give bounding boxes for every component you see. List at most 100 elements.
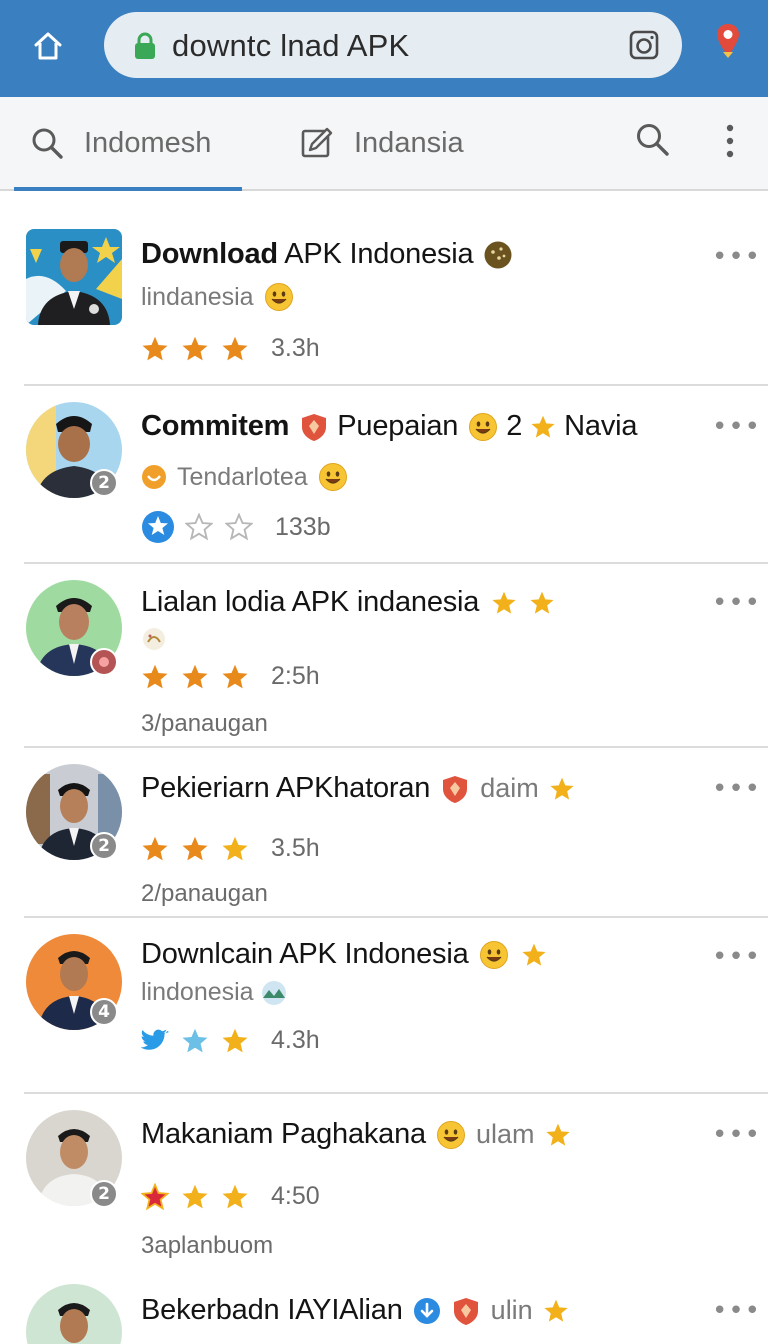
title-tail: Puepaian <box>337 410 459 442</box>
subtitle-text: lindanesia <box>141 282 254 311</box>
star-icon <box>529 590 555 616</box>
decorative-badge-icon <box>143 628 165 650</box>
star-icon <box>221 1183 249 1211</box>
count-badge: 2 <box>90 1180 118 1208</box>
edit-icon <box>301 127 333 158</box>
more-options-button[interactable]: ••• <box>712 412 761 442</box>
tab-label: Indansia <box>354 126 464 159</box>
count-badge: 4 <box>90 998 118 1026</box>
home-button[interactable] <box>26 26 70 66</box>
title-gray: ulam <box>475 1119 535 1149</box>
shield-badge-icon <box>451 1296 481 1326</box>
shield-badge-icon <box>440 774 470 804</box>
tab-label: Indomesh <box>84 126 212 159</box>
rating-value: 3.5h <box>271 834 320 862</box>
tab-bar: Indomesh Indansia <box>0 97 768 191</box>
url-bar[interactable]: downtc lnad APK <box>104 12 682 78</box>
item-title[interactable]: Lialan lodia APK indanesia <box>141 586 555 619</box>
bird-icon <box>141 1029 169 1050</box>
rating-value: 3.3h <box>271 334 320 362</box>
item-title[interactable]: Download APK Indonesia <box>141 238 513 271</box>
list-item[interactable]: Bekerbadn IAYIAlian ulin ••• <box>0 1274 768 1344</box>
rating-row: 3.3h <box>141 334 320 363</box>
lock-icon <box>135 32 155 59</box>
sparkle-star-icon <box>549 776 575 802</box>
rating-row: 4:50 <box>141 1182 320 1211</box>
list-item[interactable]: 2 Pekieriarn APKhatoran daim 3.5h 2/pana… <box>0 748 768 918</box>
item-meta: 3/panaugan <box>141 710 268 737</box>
more-options-button[interactable]: ••• <box>712 774 761 804</box>
smile-emoji-icon <box>436 1120 466 1150</box>
rating-row: 4.3h <box>141 1026 320 1055</box>
star-icon <box>221 335 249 363</box>
more-options-button[interactable]: ••• <box>712 588 761 618</box>
tab-indansia[interactable]: Indansia <box>300 97 520 189</box>
title-gray: daim <box>480 773 539 803</box>
tab-indomesh[interactable]: Indomesh <box>0 97 242 191</box>
star-icon <box>181 1027 209 1055</box>
url-text: downtc lnad APK <box>172 28 410 63</box>
flower-icon <box>99 657 109 667</box>
subtitle-text: Tendarlotea <box>177 462 308 491</box>
item-subtitle: lindonesia <box>141 978 288 1007</box>
star-empty-icon <box>225 513 253 541</box>
star-icon <box>141 1183 169 1211</box>
list-item[interactable]: 4 Downlcain APK Indonesia lindonesia 4.3… <box>0 918 768 1094</box>
more-options-button[interactable]: ••• <box>712 942 761 972</box>
list-item[interactable]: 2 Makaniam Paghakana ulam 4:50 3aplanbuo… <box>0 1094 768 1274</box>
item-title[interactable]: Bekerbadn IAYIAlian ulin <box>141 1294 569 1327</box>
more-options-button[interactable]: ••• <box>712 1296 761 1326</box>
star-icon <box>521 942 547 968</box>
item-subtitle <box>141 626 167 652</box>
title-tail-2: Navia <box>564 410 638 442</box>
cookie-icon <box>484 241 512 268</box>
star-empty-icon <box>185 513 213 541</box>
list-item[interactable]: 2 Commitem Puepaian 2 Navia Tendarlotea … <box>0 386 768 564</box>
search-icon <box>32 128 63 159</box>
more-options-button[interactable]: ••• <box>712 1120 761 1150</box>
item-meta: 2/panaugan <box>141 880 268 907</box>
sparkle-star-icon <box>545 1122 571 1148</box>
landscape-icon <box>261 980 286 1005</box>
title-number: 2 <box>506 410 523 442</box>
title-text: Download APK Indonesia <box>141 238 474 270</box>
star-icon <box>530 414 556 440</box>
status-badge <box>90 648 118 676</box>
star-icon <box>491 590 517 616</box>
star-icon <box>181 835 209 863</box>
search-icon[interactable] <box>634 121 670 157</box>
title-text: Commitem <box>141 410 290 442</box>
item-title[interactable]: Downlcain APK Indonesia <box>141 938 547 971</box>
overflow-menu-icon[interactable] <box>724 123 736 159</box>
count-badge: 2 <box>90 469 118 497</box>
title-text: Downlcain APK Indonesia <box>141 938 469 970</box>
star-icon <box>221 1027 249 1055</box>
count-badge: 2 <box>90 832 118 860</box>
more-options-button[interactable]: ••• <box>712 242 761 272</box>
item-title[interactable]: Pekieriarn APKhatoran daim <box>141 772 575 805</box>
list-item[interactable]: Lialan lodia APK indanesia 2:5h 3/panaug… <box>0 564 768 748</box>
item-subtitle: lindanesia <box>141 282 294 312</box>
home-icon <box>34 32 62 60</box>
item-title[interactable]: Commitem Puepaian 2 Navia <box>141 410 638 443</box>
orange-emoji-icon <box>142 465 166 489</box>
rating-row: 2:5h <box>141 662 320 691</box>
item-meta: 3aplanbuom <box>141 1232 274 1259</box>
list-item[interactable]: Download APK Indonesia lindanesia 3.3h •… <box>0 198 768 386</box>
location-pin-icon[interactable] <box>714 22 742 60</box>
rating-row: 133b <box>141 510 331 544</box>
star-icon <box>141 835 169 863</box>
title-text: Lialan lodia APK indanesia <box>141 586 480 618</box>
star-icon <box>543 1298 569 1324</box>
smile-emoji-icon <box>468 412 498 442</box>
blue-star-badge-icon <box>142 511 174 543</box>
shield-badge-icon <box>299 412 329 442</box>
item-title[interactable]: Makaniam Paghakana ulam <box>141 1118 571 1151</box>
camera-icon[interactable] <box>628 29 660 61</box>
star-icon <box>181 663 209 691</box>
app-icon <box>26 229 122 325</box>
star-icon <box>221 835 249 863</box>
rating-value: 133b <box>275 512 331 541</box>
star-icon <box>181 335 209 363</box>
verified-icon <box>413 1297 440 1324</box>
